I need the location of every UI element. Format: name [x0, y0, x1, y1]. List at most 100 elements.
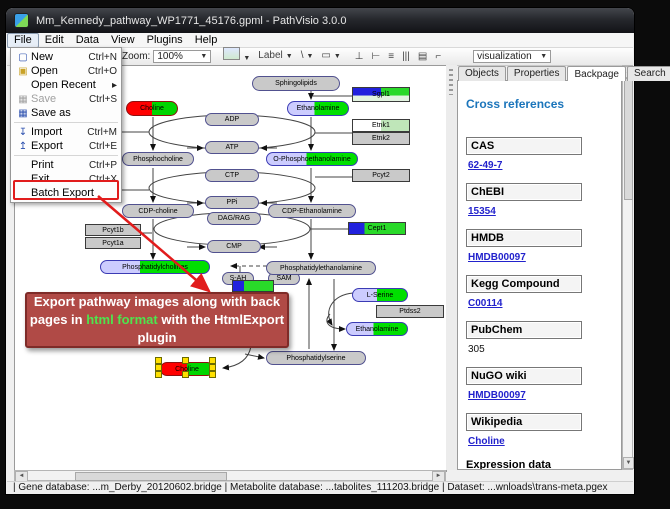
common-size-button[interactable]: ▤	[418, 50, 427, 64]
metabolite-node[interactable]: Sphingolipids	[252, 76, 340, 91]
metabolite-node[interactable]: L-Serine	[352, 288, 408, 302]
horizontal-scroll-thumb[interactable]	[75, 472, 227, 481]
menu-plugins[interactable]: Plugins	[141, 34, 189, 47]
file-menu-save-as[interactable]: ▦ Save as	[11, 106, 121, 120]
visualization-value: visualization	[477, 51, 531, 62]
metabolite-node[interactable]: ATP	[205, 141, 259, 154]
file-menu-import[interactable]: ↧ Import Ctrl+M	[11, 125, 121, 139]
metabolite-node[interactable]: Phosphatidylcholines	[100, 260, 210, 274]
sidebar-scrollbar[interactable]: ▲ ▼	[622, 65, 633, 470]
xref-link[interactable]: C00114	[468, 298, 613, 309]
callout-highlight: html format	[86, 312, 158, 327]
align-horizontal-center-button[interactable]: ⊢	[372, 50, 381, 64]
add-label-dropdown[interactable]: Label▼	[258, 49, 292, 64]
selection-handle[interactable]	[209, 371, 216, 378]
visualization-combobox[interactable]: visualization ▼	[473, 50, 551, 63]
metabolite-node[interactable]: Phosphocholine	[122, 152, 194, 166]
app-icon	[14, 13, 29, 28]
distribute-vertical-button[interactable]: |||	[402, 50, 410, 64]
menu-separator	[14, 155, 118, 156]
title-bar[interactable]: Mm_Kennedy_pathway_WP1771_45176.gpml - P…	[6, 8, 634, 33]
selection-handle[interactable]	[155, 357, 162, 364]
metabolite-node[interactable]: DAG/RAG	[207, 212, 261, 225]
align-vertical-center-button[interactable]: ⊥	[355, 50, 364, 64]
metabolite-node[interactable]: Ethanolamine	[346, 322, 408, 336]
xref-link[interactable]: 62-49-7	[468, 160, 613, 171]
tab-search[interactable]: Search	[627, 66, 670, 81]
gene-node[interactable]: Sgpl1	[352, 87, 410, 102]
tab-objects[interactable]: Objects	[458, 66, 506, 81]
selection-handle[interactable]	[182, 371, 189, 378]
batch-export-highlight-box	[13, 180, 119, 200]
chevron-down-icon: ▼	[540, 53, 547, 60]
file-menu-export[interactable]: ↥ Export Ctrl+E	[11, 139, 121, 153]
status-text: | Gene database: ...m_Derby_20120602.bri…	[13, 482, 607, 493]
gene-node[interactable]: Pcyt1a	[85, 237, 141, 249]
metabolite-node[interactable]: CMP	[207, 240, 261, 253]
file-menu-open[interactable]: ▣ Open Ctrl+O	[11, 64, 121, 78]
xref-link[interactable]: Choline	[468, 436, 613, 447]
gene-node[interactable]: Pcyt2	[352, 169, 410, 182]
shape-tool-dropdown[interactable]: ▭▼	[321, 49, 340, 64]
menu-view[interactable]: View	[105, 34, 141, 47]
file-menu-open-recent[interactable]: Open Recent ▸	[11, 78, 121, 92]
tab-properties[interactable]: Properties	[507, 66, 567, 81]
selection-handle[interactable]	[155, 371, 162, 378]
import-icon: ↧	[15, 127, 31, 138]
menu-edit[interactable]: Edit	[39, 34, 70, 47]
metabolite-node[interactable]: Ethanolamine	[287, 101, 349, 116]
cross-references-header: Cross references	[466, 97, 613, 111]
metabolite-node[interactable]: CDP-Ethanolamine	[268, 204, 356, 218]
add-datanode-dropdown[interactable]: ▼	[223, 47, 250, 66]
xref-section-header: Wikipedia	[466, 413, 582, 431]
metabolite-node[interactable]: Choline	[126, 101, 178, 116]
scroll-down-arrow[interactable]: ▼	[623, 457, 634, 469]
gene-node[interactable]: Pcyt1b	[85, 224, 141, 236]
xref-section-header: NuGO wiki	[466, 367, 582, 385]
splitter-handle[interactable]	[449, 69, 453, 95]
metabolite-node[interactable]: O-Phosphoethanolamine	[266, 152, 358, 166]
metabolite-node[interactable]: PPi	[205, 196, 259, 209]
file-menu-popup: ▢ New Ctrl+N ▣ Open Ctrl+O Open Recent ▸…	[10, 47, 122, 203]
tab-backpage[interactable]: Backpage	[567, 66, 625, 81]
gene-node[interactable]: Ptdss2	[376, 305, 444, 318]
xref-section-header: CAS	[466, 137, 582, 155]
metabolite-node[interactable]: Phosphatidylethanolamine	[266, 261, 376, 275]
metabolite-node[interactable]: CDP-choline	[122, 204, 194, 218]
xref-value: 305	[468, 344, 613, 355]
gene-node-partially-hidden[interactable]	[232, 280, 274, 292]
metabolite-node[interactable]: Phosphatidylserine	[266, 351, 366, 365]
menu-file[interactable]: File	[7, 33, 39, 48]
xref-link[interactable]: HMDB00097	[468, 390, 613, 401]
vertical-scroll-thumb[interactable]	[624, 78, 633, 200]
xref-link[interactable]: 15354	[468, 206, 613, 217]
gene-node[interactable]: Etnk1	[352, 119, 410, 132]
selection-handle[interactable]	[209, 364, 216, 371]
file-menu-save[interactable]: ▦ Save Ctrl+S	[11, 92, 121, 106]
xref-section-header: HMDB	[466, 229, 582, 247]
selection-tool-button[interactable]: ⌐	[435, 50, 441, 64]
label-tool-text: Label	[258, 50, 282, 61]
expression-data-header: Expression data	[466, 459, 613, 470]
menu-bar[interactable]: File Edit Data View Plugins Help	[7, 33, 633, 48]
distribute-horizontal-button[interactable]: ≡	[388, 50, 394, 64]
zoom-combobox[interactable]: 100% ▼	[153, 50, 211, 63]
line-tool-dropdown[interactable]: \▼	[301, 49, 314, 64]
metabolite-node[interactable]: CTP	[205, 169, 259, 182]
selection-handle[interactable]	[155, 364, 162, 371]
gene-node[interactable]: Cept1	[348, 222, 406, 235]
menu-separator	[14, 122, 118, 123]
backpage-panel[interactable]: Cross references CAS 62-49-7 ChEBI 15354…	[457, 80, 622, 470]
menu-data[interactable]: Data	[70, 34, 105, 47]
file-menu-print[interactable]: Print Ctrl+P	[11, 158, 121, 172]
panel-splitter[interactable]	[446, 65, 457, 470]
selection-handle[interactable]	[209, 357, 216, 364]
xref-link[interactable]: HMDB00097	[468, 252, 613, 263]
menu-help[interactable]: Help	[189, 34, 224, 47]
file-menu-new[interactable]: ▢ New Ctrl+N	[11, 50, 121, 64]
gene-node[interactable]: Etnk2	[352, 132, 410, 145]
horizontal-scrollbar[interactable]: ◄ ►	[14, 470, 446, 481]
selection-handle[interactable]	[182, 357, 189, 364]
xref-section-header: PubChem	[466, 321, 582, 339]
metabolite-node[interactable]: ADP	[205, 113, 259, 126]
